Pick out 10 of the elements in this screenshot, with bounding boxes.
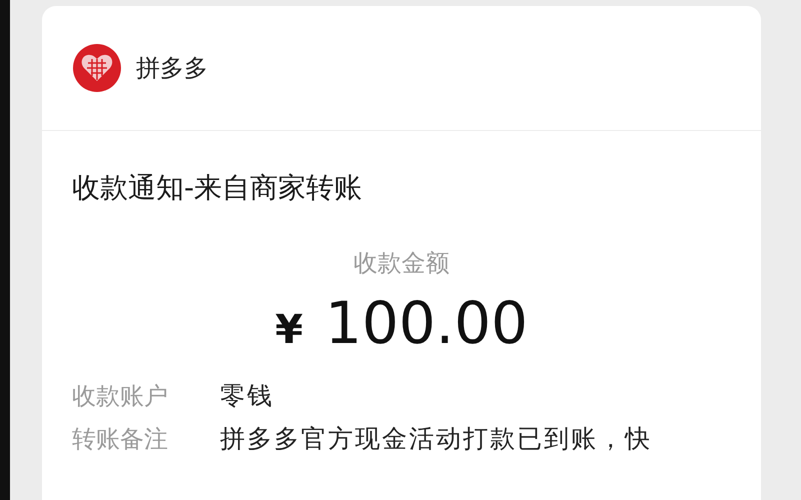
detail-label: 收款账户: [72, 380, 168, 412]
currency-symbol: ¥: [275, 307, 303, 353]
amount-value: 100.00: [324, 289, 528, 357]
heart-logo-icon: [72, 43, 122, 93]
detail-value: 零钱: [220, 380, 274, 412]
app-name: 拼多多: [136, 53, 208, 84]
amount-label: 收款金额: [352, 248, 450, 279]
detail-label: 转账备注: [72, 424, 168, 454]
detail-value: 拼多多官方现金活动打款已到账，快: [220, 423, 652, 455]
notice-title: 收款通知-来自商家转账: [71, 170, 364, 206]
